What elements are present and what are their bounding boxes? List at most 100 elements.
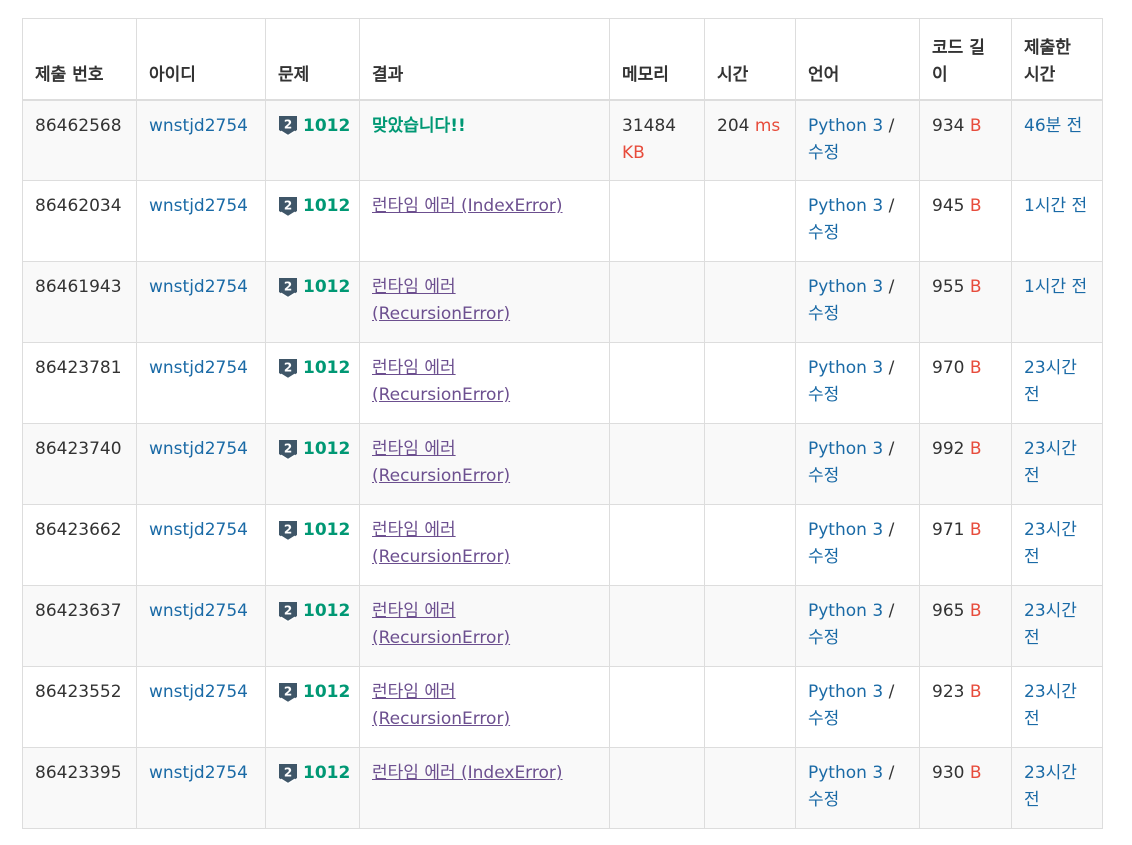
result-cell: 런타임 에러 (RecursionError) (359, 261, 610, 343)
problem-link[interactable]: 2 1012 (278, 679, 350, 706)
language-link[interactable]: Python 3 (808, 682, 883, 702)
result-link[interactable]: 런타임 에러 (IndexError) (372, 196, 563, 216)
user-link[interactable]: wnstjd2754 (149, 763, 248, 783)
result-link[interactable]: 런타임 에러 (IndexError) (372, 763, 563, 783)
result-cell: 런타임 에러 (RecursionError) (359, 666, 610, 748)
table-row: 86462568 wnstjd2754 2 1012 맞았습니다!! 31484… (22, 99, 1103, 181)
user-link[interactable]: wnstjd2754 (149, 116, 248, 136)
svg-text:2: 2 (284, 441, 292, 455)
code-unit: B (969, 763, 982, 783)
header-submitted-time: 제출한 시간 (1011, 18, 1103, 101)
language-link[interactable]: Python 3 (808, 763, 883, 783)
submitted-time-link[interactable]: 23시간 전 (1024, 520, 1077, 567)
result-link[interactable]: 런타임 에러 (RecursionError) (372, 682, 510, 729)
svg-text:2: 2 (284, 360, 292, 374)
submitted-time-cell: 23시간 전 (1011, 504, 1103, 586)
memory-unit: KB (622, 142, 645, 163)
memory-cell (609, 342, 705, 424)
submitted-time-link[interactable]: 23시간 전 (1024, 682, 1077, 729)
edit-link[interactable]: 수정 (808, 628, 839, 648)
user-cell: wnstjd2754 (136, 261, 266, 343)
problem-link[interactable]: 2 1012 (278, 760, 350, 787)
submitted-time-link[interactable]: 46분 전 (1024, 116, 1082, 136)
user-cell: wnstjd2754 (136, 504, 266, 586)
user-link[interactable]: wnstjd2754 (149, 277, 248, 297)
svg-text:2: 2 (284, 198, 292, 212)
submitted-time-link[interactable]: 23시간 전 (1024, 763, 1077, 810)
header-code-length: 코드 길이 (919, 18, 1012, 101)
submitted-time-cell: 1시간 전 (1011, 180, 1103, 262)
edit-link[interactable]: 수정 (808, 304, 839, 324)
submitted-time-link[interactable]: 23시간 전 (1024, 601, 1077, 648)
submitted-time-link[interactable]: 23시간 전 (1024, 358, 1077, 405)
result-link[interactable]: 런타임 에러 (RecursionError) (372, 439, 510, 486)
language-link[interactable]: Python 3 (808, 520, 883, 540)
user-link[interactable]: wnstjd2754 (149, 358, 248, 378)
result-link[interactable]: 맞았습니다!! (372, 116, 466, 136)
language-link[interactable]: Python 3 (808, 116, 883, 136)
result-link[interactable]: 런타임 에러 (RecursionError) (372, 601, 510, 648)
submitted-time-link[interactable]: 1시간 전 (1024, 196, 1087, 216)
user-link[interactable]: wnstjd2754 (149, 601, 248, 621)
problem-link[interactable]: 2 1012 (278, 113, 350, 140)
language-link[interactable]: Python 3 (808, 601, 883, 621)
user-cell: wnstjd2754 (136, 666, 266, 748)
language-cell: Python 3 / 수정 (795, 423, 920, 505)
user-link[interactable]: wnstjd2754 (149, 439, 248, 459)
problem-link[interactable]: 2 1012 (278, 598, 350, 625)
code-length-cell: 965 B (919, 585, 1012, 667)
edit-link[interactable]: 수정 (808, 466, 839, 486)
problem-link[interactable]: 2 1012 (278, 517, 350, 544)
submission-id: 86461943 (22, 261, 137, 343)
language-link[interactable]: Python 3 (808, 196, 883, 216)
language-link[interactable]: Python 3 (808, 358, 883, 378)
language-cell: Python 3 / 수정 (795, 585, 920, 667)
time-unit: ms (754, 115, 781, 136)
time-cell (704, 504, 796, 586)
user-link[interactable]: wnstjd2754 (149, 682, 248, 702)
problem-number: 1012 (303, 115, 351, 136)
problem-number: 1012 (303, 682, 351, 702)
status-table-container: 제출 번호 아이디 문제 결과 메모리 시간 언어 코드 길이 제출한 시간 8… (22, 18, 1103, 829)
code-length-cell: 934 B (919, 99, 1012, 181)
edit-link[interactable]: 수정 (808, 547, 839, 567)
memory-cell (609, 180, 705, 262)
problem-cell: 2 1012 (265, 261, 360, 343)
result-link[interactable]: 런타임 에러 (RecursionError) (372, 358, 510, 405)
header-result: 결과 (359, 18, 610, 101)
table-row: 86423740 wnstjd2754 2 1012 런타임 에러 (Recur… (22, 423, 1103, 505)
submission-status-table: 제출 번호 아이디 문제 결과 메모리 시간 언어 코드 길이 제출한 시간 8… (22, 18, 1103, 829)
result-link[interactable]: 런타임 에러 (RecursionError) (372, 520, 510, 567)
code-unit: B (969, 277, 982, 297)
memory-cell (609, 585, 705, 667)
edit-link[interactable]: 수정 (808, 790, 839, 810)
code-length-cell: 971 B (919, 504, 1012, 586)
language-link[interactable]: Python 3 (808, 439, 883, 459)
edit-link[interactable]: 수정 (808, 143, 839, 163)
language-cell: Python 3 / 수정 (795, 342, 920, 424)
code-unit: B (969, 601, 982, 621)
problem-link[interactable]: 2 1012 (278, 436, 350, 463)
result-link[interactable]: 런타임 에러 (RecursionError) (372, 277, 510, 324)
edit-link[interactable]: 수정 (808, 385, 839, 405)
problem-link[interactable]: 2 1012 (278, 355, 350, 382)
memory-cell (609, 666, 705, 748)
submitted-time-link[interactable]: 1시간 전 (1024, 277, 1087, 297)
problem-link[interactable]: 2 1012 (278, 193, 350, 220)
memory-cell (609, 261, 705, 343)
submission-id: 86423395 (22, 747, 137, 829)
problem-number: 1012 (303, 601, 351, 621)
code-length-cell: 930 B (919, 747, 1012, 829)
result-cell: 런타임 에러 (RecursionError) (359, 504, 610, 586)
user-link[interactable]: wnstjd2754 (149, 196, 248, 216)
problem-number: 1012 (303, 439, 351, 459)
submission-id: 86423637 (22, 585, 137, 667)
user-link[interactable]: wnstjd2754 (149, 520, 248, 540)
edit-link[interactable]: 수정 (808, 709, 839, 729)
table-row: 86423781 wnstjd2754 2 1012 런타임 에러 (Recur… (22, 342, 1103, 424)
problem-link[interactable]: 2 1012 (278, 274, 350, 301)
silver-tier-icon: 2 (279, 520, 297, 541)
language-link[interactable]: Python 3 (808, 277, 883, 297)
edit-link[interactable]: 수정 (808, 223, 839, 243)
submitted-time-link[interactable]: 23시간 전 (1024, 439, 1077, 486)
